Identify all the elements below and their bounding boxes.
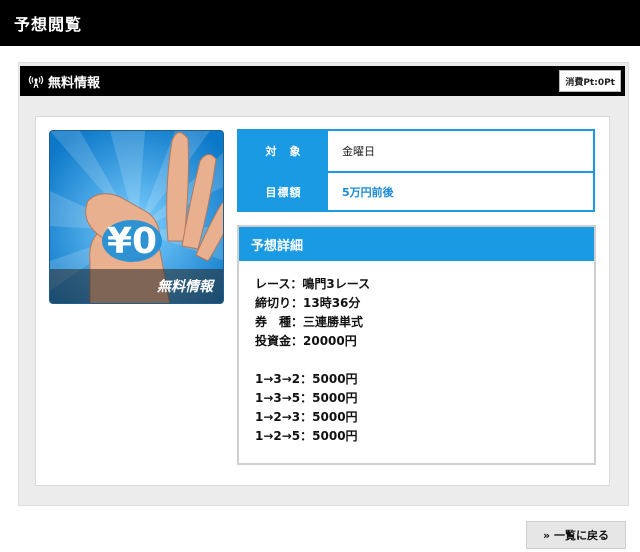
double-chevron-right-icon: » [542,528,551,542]
detail-line: 券 種：三連勝単式 [255,315,364,329]
section-title: 無料情報 [48,75,101,91]
info-row-goal: 目標額 5万円前後 [239,170,593,212]
points-badge: 消費Pt:0Pt [559,70,621,92]
info-label: 目標額 [239,172,328,212]
info-label: 対 象 [239,131,328,171]
info-row-target: 対 象 金曜日 [239,131,593,171]
bet-line: 1→2→3：5000円 [255,410,358,424]
price-text: ¥0 [107,221,157,262]
broadcast-icon [28,74,44,89]
detail-line: 投資金：20000円 [255,334,357,348]
info-value: 5万円前後 [342,186,394,200]
prediction-detail: 予想詳細 レース：鳴門3レース 締切り：13時36分 券 種：三連勝単式 投資金… [237,225,596,465]
promo-caption: 無料情報 [50,269,223,303]
detail-line: レース：鳴門3レース [255,277,371,291]
info-value: 金曜日 [342,144,375,158]
back-label: 一覧に戻る [554,529,610,542]
promo-image: ¥0 無料情報 [49,130,224,304]
page-title: 予想閲覧 [14,15,83,34]
bet-line: 1→2→5：5000円 [255,429,358,443]
section-header: 無料情報 消費Pt:0Pt [20,66,625,96]
detail-body: レース：鳴門3レース 締切り：13時36分 券 種：三連勝単式 投資金：2000… [239,261,594,446]
bet-line: 1→3→2：5000円 [255,372,358,386]
page-header: 予想閲覧 [0,0,640,46]
info-table: 対 象 金曜日 目標額 5万円前後 [237,129,595,212]
detail-title: 予想詳細 [239,227,594,261]
back-to-list-button[interactable]: » 一覧に戻る [526,521,626,549]
bet-line: 1→3→5：5000円 [255,391,358,405]
detail-line: 締切り：13時36分 [255,296,361,310]
